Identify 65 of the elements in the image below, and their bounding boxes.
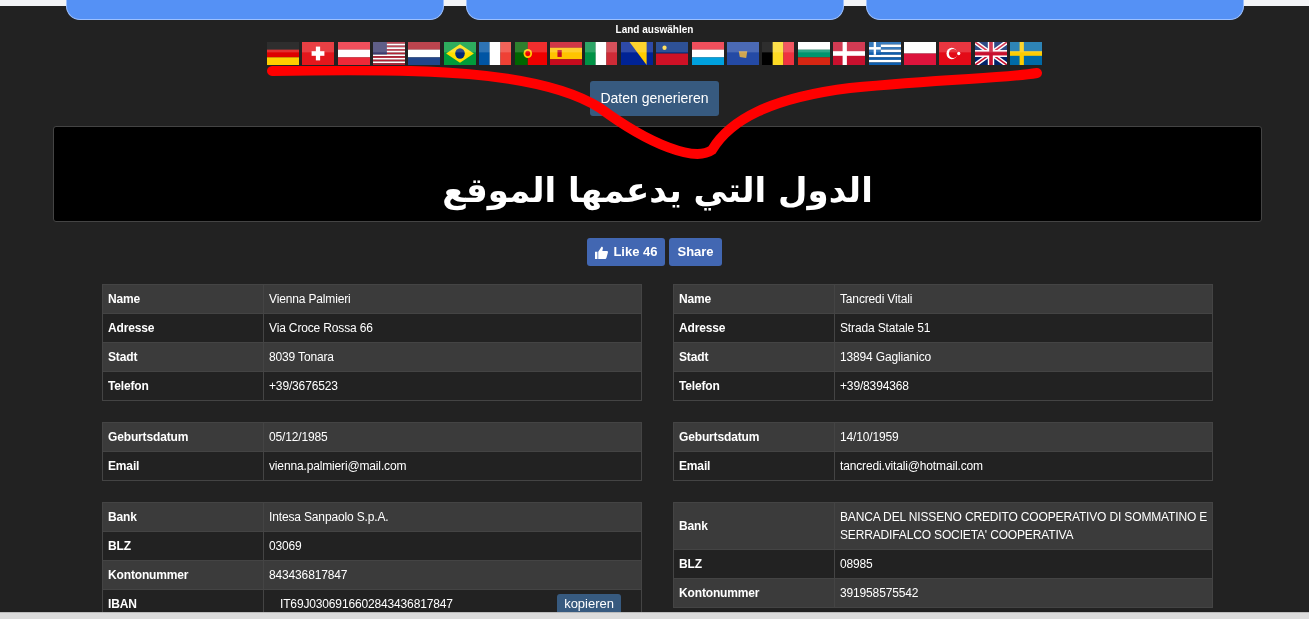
field-value: 03069 [263,531,642,561]
flag-icon[interactable] [302,42,335,65]
field-label: Bank [102,502,264,532]
field-value: Vienna Palmieri [263,284,642,314]
field-label: Kontonummer [673,578,835,608]
field-value: Tancredi Vitali [834,284,1213,314]
generate-data-button[interactable]: Daten generieren [590,81,719,116]
flag-icon[interactable] [620,42,653,65]
flag-icon[interactable] [266,42,299,65]
flag-icon[interactable] [373,42,406,65]
field-value: tancredi.vitali@hotmail.com [834,451,1213,481]
flag-icon[interactable] [691,42,724,65]
flag-icon[interactable] [833,42,866,65]
field-label: Stadt [102,342,264,372]
field-value: vienna.palmieri@mail.com [263,451,642,481]
copy-button[interactable]: kopieren [557,594,621,612]
field-value: 13894 Gaglianico [834,342,1213,372]
like-button[interactable]: Like 46 [587,238,666,266]
flag-icon[interactable] [443,42,476,65]
flag-icon[interactable] [762,42,795,65]
flag-icon[interactable] [797,42,830,65]
field-value: Strada Statale 51 [834,313,1213,343]
flag-icon[interactable] [1010,42,1043,65]
field-label: Telefon [102,371,264,401]
field-label: Name [673,284,835,314]
flag-icon[interactable] [585,42,618,65]
flag-icon[interactable] [514,42,547,65]
field-value: 14/10/1959 [834,422,1213,452]
flag-icon[interactable] [974,42,1007,65]
thumbs-up-icon [595,245,609,259]
field-value: 8039 Tonara [263,342,642,372]
field-label: Email [102,451,264,481]
flag-icon[interactable] [479,42,512,65]
flag-icon[interactable] [337,42,370,65]
flag-icon[interactable] [726,42,759,65]
field-label: Geburtsdatum [673,422,835,452]
field-value: BANCA DEL NISSENO CREDITO COOPERATIVO DI SOMMATINO E SERRADIFALCO SOCIETA' COOPERATIVA [834,502,1213,550]
country-picker-label: Land auswählen [614,23,695,37]
field-label: BLZ [673,549,835,579]
field-label: Bank [673,502,835,550]
field-label: Stadt [673,342,835,372]
field-label: Email [673,451,835,481]
field-value: +39/8394368 [834,371,1213,401]
field-label: Geburtsdatum [102,422,264,452]
field-label: Kontonummer [102,560,264,590]
field-value: Intesa Sanpaolo S.p.A. [263,502,642,532]
flag-icon[interactable] [408,42,441,65]
horizontal-scrollbar[interactable] [0,612,1309,619]
field-value: Via Croce Rossa 66 [263,313,642,343]
field-label: Name [102,284,264,314]
field-value: 843436817847 [263,560,642,590]
field-label: IBAN [102,589,264,612]
field-label: Telefon [673,371,835,401]
field-value: 391958575542 [834,578,1213,608]
field-label: Adresse [102,313,264,343]
field-value: 08985 [834,549,1213,579]
field-label: BLZ [102,531,264,561]
field-value: 05/12/1985 [263,422,642,452]
field-value: IT69J0306916602843436817847 [280,596,453,612]
flag-icon[interactable] [868,42,901,65]
flag-icon[interactable] [939,42,972,65]
share-button[interactable]: Share [669,238,722,266]
field-label: Adresse [673,313,835,343]
flag-icon[interactable] [903,42,936,65]
field-value: +39/3676523 [263,371,642,401]
